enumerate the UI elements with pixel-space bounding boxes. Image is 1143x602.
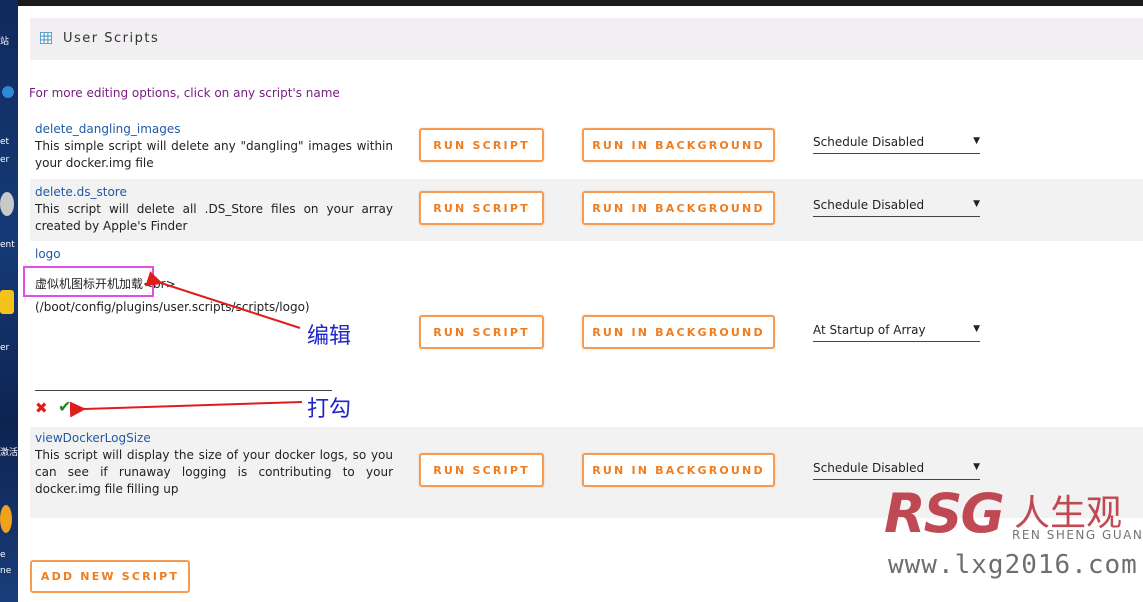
script-row: delete_dangling_images This simple scrip… [30,116,1143,179]
page-title: User Scripts [63,31,160,46]
desktop-label: er [0,343,10,353]
chevron-down-icon: ▼ [973,462,980,472]
desktop-label: e [0,550,6,560]
script-row: delete.ds_store This script will delete … [30,179,1143,241]
watermark-logo: RSG [884,482,1005,545]
schedule-value: Schedule Disabled [813,198,925,212]
desktop-label: 站 [0,37,10,47]
watermark-url: www.lxg2016.com [888,550,1138,580]
edit-field-underline [35,390,332,391]
script-description: This simple script will delete any "dang… [35,139,393,170]
schedule-select[interactable]: Schedule Disabled ▼ [813,197,980,217]
panel-header: User Scripts [30,18,1143,60]
arrow-to-check [69,401,303,418]
desktop-label: et [0,137,10,147]
script-description: This script will display the size of you… [35,448,393,496]
desktop-background: 站 et er ent er 激活 e ne [0,0,18,602]
run-in-background-button[interactable]: RUN IN BACKGROUND [582,191,775,225]
run-script-button[interactable]: RUN SCRIPT [419,315,544,349]
annotation-check: 打勾 [307,397,352,422]
description-edit-field[interactable]: 虚似机图标开机加载<br> [35,275,176,292]
run-script-button[interactable]: RUN SCRIPT [419,191,544,225]
user-scripts-panel: User Scripts For more editing options, c… [18,6,1143,602]
run-in-background-button[interactable]: RUN IN BACKGROUND [582,128,775,162]
run-script-button[interactable]: RUN SCRIPT [419,453,544,487]
run-in-background-button[interactable]: RUN IN BACKGROUND [582,315,775,349]
script-description: This script will delete all .DS_Store fi… [35,202,393,233]
x-icon[interactable]: ✖ [35,399,48,417]
schedule-value: Schedule Disabled [813,461,925,475]
desktop-app-icon[interactable] [2,86,14,98]
desktop-app-icon[interactable] [0,505,12,533]
watermark: RSG 人生观 REN SHENG GUAN www.lxg2016.com [884,482,1143,602]
desktop-folder-icon[interactable] [0,290,14,314]
run-in-background-button[interactable]: RUN IN BACKGROUND [582,453,775,487]
script-name-link[interactable]: delete_dangling_images [35,122,181,136]
run-script-button[interactable]: RUN SCRIPT [419,128,544,162]
script-name-link[interactable]: viewDockerLogSize [35,431,151,445]
check-icon[interactable]: ✔ [58,397,71,416]
schedule-value: At Startup of Array [813,323,926,337]
desktop-label: ent [0,240,15,250]
desktop-label: er [0,155,10,165]
schedule-select[interactable]: Schedule Disabled ▼ [813,134,980,154]
desktop-app-icon[interactable] [0,192,14,216]
grid-icon [40,32,52,44]
chevron-down-icon: ▼ [973,199,980,209]
desktop-label: ne [0,566,12,576]
schedule-select[interactable]: At Startup of Array ▼ [813,322,980,342]
script-path: (/boot/config/plugins/user.scripts/scrip… [35,300,310,314]
editing-hint: For more editing options, click on any s… [29,86,340,100]
schedule-value: Schedule Disabled [813,135,925,149]
chevron-down-icon: ▼ [973,136,980,146]
script-name-link[interactable]: delete.ds_store [35,185,127,199]
chevron-down-icon: ▼ [973,324,980,334]
add-new-script-button[interactable]: ADD NEW SCRIPT [30,560,190,593]
annotation-edit: 编辑 [307,324,352,349]
schedule-select[interactable]: Schedule Disabled ▼ [813,460,980,480]
desktop-label: 激活 [0,448,18,458]
watermark-pinyin: REN SHENG GUAN [1012,528,1143,542]
script-name-link[interactable]: logo [35,247,61,261]
